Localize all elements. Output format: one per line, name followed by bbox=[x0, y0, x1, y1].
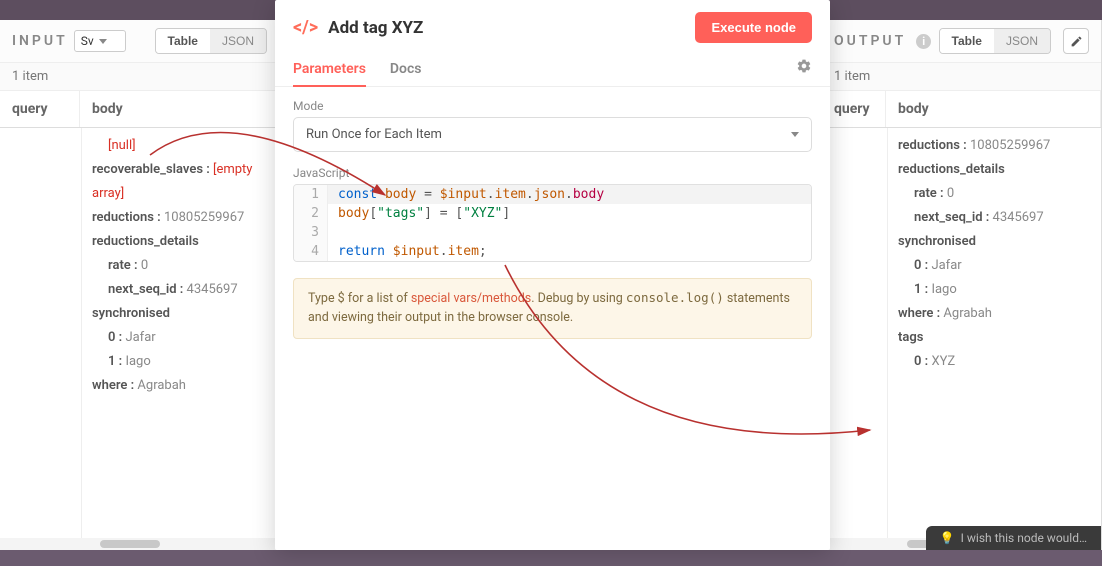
input-source-select[interactable]: Sv bbox=[74, 30, 126, 52]
tab-parameters[interactable]: Parameters bbox=[293, 53, 366, 87]
input-view-json[interactable]: JSON bbox=[210, 29, 266, 53]
node-editor-modal: </> Add tag XYZ Execute node Parameters … bbox=[275, 0, 830, 550]
feedback-bar[interactable]: 💡 I wish this node would… bbox=[926, 526, 1101, 550]
tab-docs[interactable]: Docs bbox=[390, 53, 422, 87]
info-icon[interactable]: i bbox=[916, 34, 931, 49]
input-panel: INPUT Sv Table JSON 1 item query body [n… bbox=[0, 20, 280, 550]
output-body-cell[interactable]: reductions : 10805259967 reductions_deta… bbox=[887, 128, 1101, 550]
input-scrollbar[interactable] bbox=[0, 538, 279, 550]
chevron-down-icon bbox=[791, 132, 799, 137]
input-view-table[interactable]: Table bbox=[156, 29, 210, 53]
gear-icon[interactable] bbox=[796, 58, 812, 82]
input-body-cell[interactable]: [null] recoverable_slaves : [empty array… bbox=[81, 128, 279, 550]
output-col-body[interactable]: body bbox=[886, 91, 1101, 127]
input-items-count: 1 item bbox=[0, 63, 279, 91]
code-icon: </> bbox=[293, 17, 318, 38]
chevron-down-icon bbox=[99, 39, 107, 44]
output-title: OUTPUT bbox=[834, 33, 906, 49]
lightbulb-icon: 💡 bbox=[940, 531, 955, 545]
output-items-count: 1 item bbox=[822, 63, 1101, 91]
execute-button[interactable]: Execute node bbox=[695, 12, 812, 43]
edit-button[interactable] bbox=[1063, 28, 1089, 54]
pencil-icon bbox=[1070, 35, 1083, 48]
js-label: JavaScript bbox=[293, 166, 812, 180]
mode-select[interactable]: Run Once for Each Item bbox=[293, 117, 812, 152]
input-col-body[interactable]: body bbox=[80, 91, 279, 127]
input-title: INPUT bbox=[12, 33, 68, 49]
output-view-table[interactable]: Table bbox=[940, 29, 994, 53]
modal-title: Add tag XYZ bbox=[328, 18, 423, 38]
hint-box: Type $ for a list of special vars/method… bbox=[293, 278, 812, 339]
code-editor[interactable]: 1const body = $input.item.json.body 2bod… bbox=[293, 184, 812, 262]
mode-label: Mode bbox=[293, 99, 812, 113]
output-panel: OUTPUT i Table JSON 1 item query body re… bbox=[822, 20, 1102, 550]
input-col-query[interactable]: query bbox=[0, 91, 80, 127]
output-col-query[interactable]: query bbox=[822, 91, 886, 127]
output-view-json[interactable]: JSON bbox=[994, 29, 1050, 53]
